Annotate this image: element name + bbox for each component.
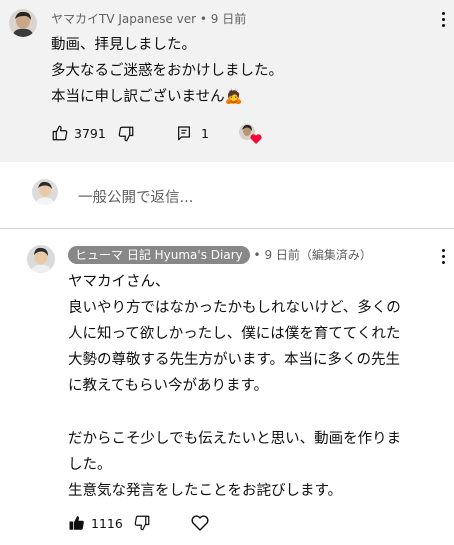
creator-author-badge[interactable]: ヒューマ 日記 Hyuma's Diary: [68, 246, 250, 264]
reply-count: 1: [201, 125, 209, 141]
reply-text-line: 良いやり方ではなかったかもしれないけど、多くの: [68, 300, 401, 316]
top-comment: ヤマカイTV Japanese ver • 9 日前 動画、拝見しました。 多大…: [0, 0, 454, 162]
comment-text-line: 多大なるご迷惑をおかけしました。: [51, 63, 283, 79]
replies-button[interactable]: 1: [176, 125, 209, 141]
thumbs-up-filled-icon: [69, 516, 84, 530]
reply-text-line: 人に知って欲しかったし、僕には僕を育ててくれた: [68, 326, 401, 342]
creator-heart: [237, 122, 263, 146]
reply-like-count: 1116: [91, 515, 123, 531]
comment-author-name[interactable]: ヤマカイTV Japanese ver: [51, 12, 196, 26]
reply-like-button[interactable]: 1116: [68, 514, 123, 532]
creator-heart-icon: [239, 124, 262, 144]
comment-menu-button[interactable]: [439, 10, 449, 28]
reply-text-line: に教えてもらい今があります。: [68, 378, 269, 394]
thumbs-down-outline-icon: [134, 515, 150, 531]
comment-text-line: 本当に申し訳ございません🙇: [51, 89, 243, 105]
reply-text-line: ヤマカイさん、: [68, 274, 170, 290]
reply-text-line: した。: [68, 457, 112, 473]
reply-input[interactable]: 一般公開で返信...: [78, 186, 193, 207]
like-button[interactable]: 3791: [51, 124, 106, 142]
current-user-avatar: [32, 179, 58, 205]
meta-separator: •: [196, 12, 211, 26]
reply-input-area: 一般公開で返信...: [0, 162, 454, 229]
comment-text-line: 動画、拝見しました。: [51, 37, 196, 53]
comment-author-line: ヤマカイTV Japanese ver • 9 日前: [51, 10, 246, 27]
reply-author-line: ヒューマ 日記 Hyuma's Diary • 9 日前（編集済み）: [68, 246, 372, 264]
like-count: 3791: [74, 125, 106, 141]
commenter-avatar[interactable]: [9, 9, 37, 37]
thumbs-up-outline-icon: [52, 125, 68, 141]
reply-author-avatar[interactable]: [27, 245, 55, 273]
dislike-button[interactable]: [117, 125, 135, 143]
reply-heart-button[interactable]: [190, 513, 210, 532]
meta-separator: •: [249, 248, 265, 262]
heart-outline-icon: [191, 515, 209, 531]
thumbs-down-outline-icon: [118, 126, 134, 142]
reply-comment-icon: [178, 126, 190, 141]
reply-dislike-button[interactable]: [133, 514, 151, 532]
reply-text-line: 生意気な発言をしたことをお詫びします。: [68, 483, 343, 499]
comment-timestamp[interactable]: 9 日前: [211, 12, 246, 26]
reply-menu-button[interactable]: [439, 247, 449, 265]
reply-timestamp[interactable]: 9 日前（編集済み）: [264, 248, 371, 262]
reply-text-line: 大勢の尊敬する先生方がいます。本当に多くの先生: [68, 352, 401, 368]
reply-text-line: だからこそ少しでも伝えたいと思い、動画を作りま: [68, 431, 402, 447]
